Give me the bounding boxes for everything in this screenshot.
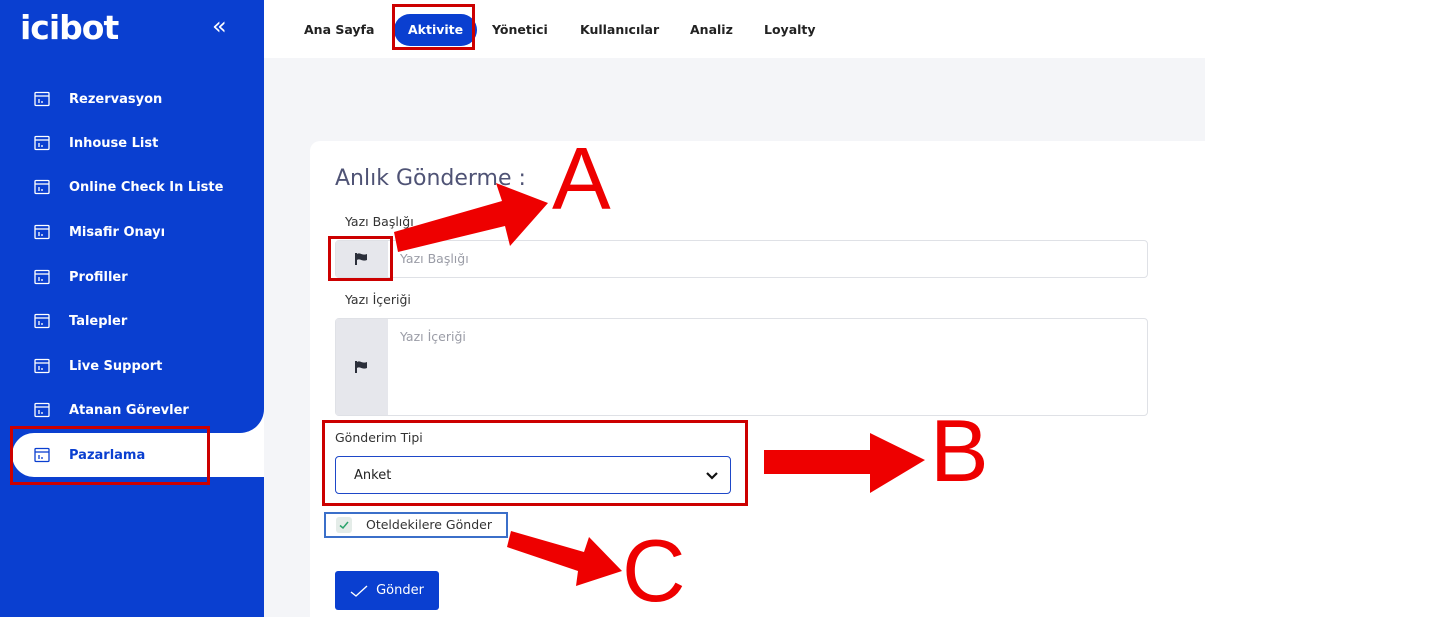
annotation-letter-a: A — [552, 129, 611, 228]
annotation-letter-b: B — [930, 401, 989, 500]
annotation-arrows — [394, 183, 925, 586]
page-root: icibot « Rezervasyon Inhouse List Online… — [0, 0, 1435, 617]
annotation-letter-c: C — [622, 521, 686, 617]
arrow-c — [507, 531, 622, 586]
arrow-a — [394, 183, 548, 252]
arrow-b — [764, 433, 925, 493]
